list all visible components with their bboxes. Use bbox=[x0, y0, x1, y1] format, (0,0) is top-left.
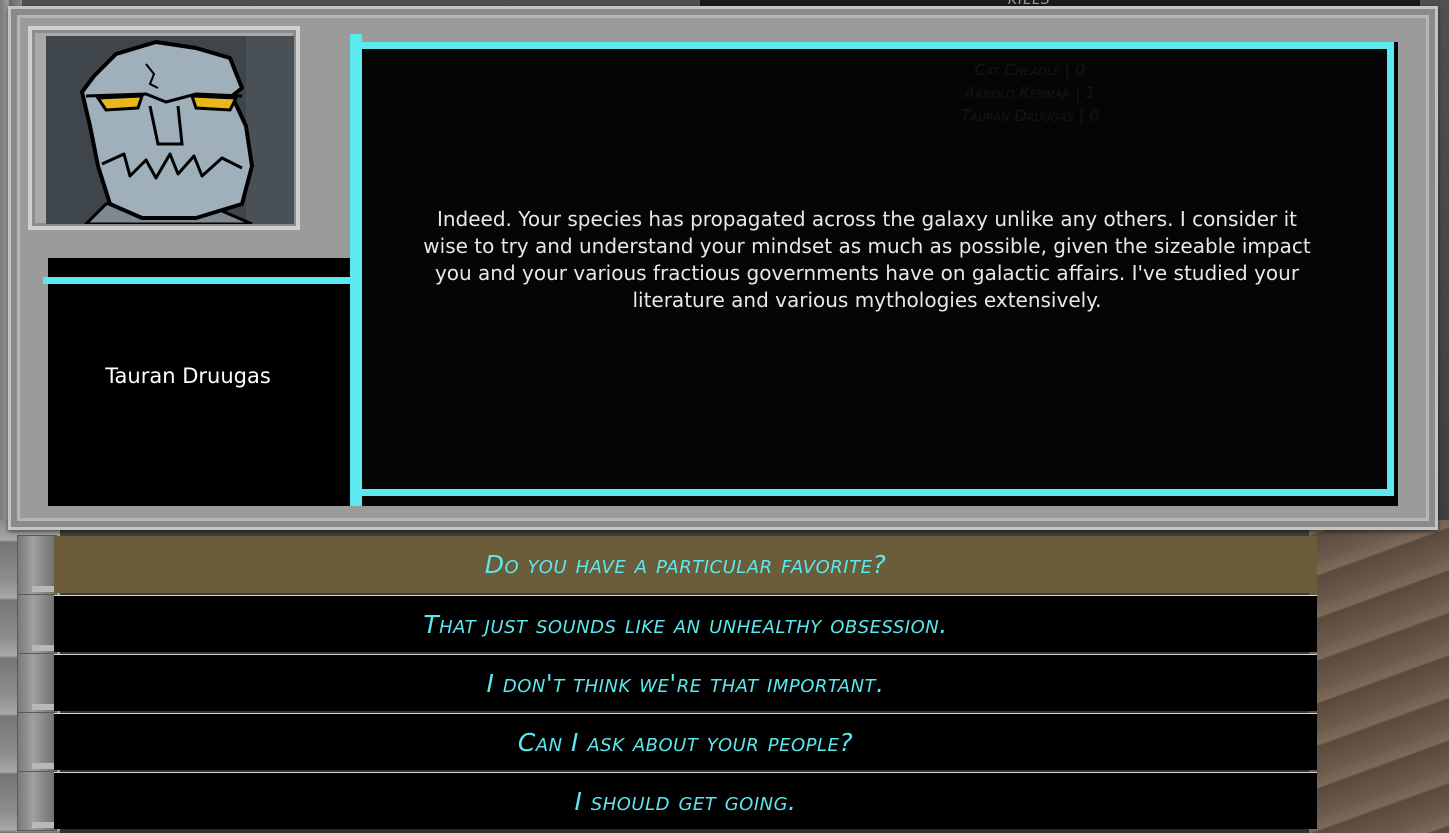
choice-favorite[interactable]: Do you have a particular favorite? bbox=[54, 536, 1317, 593]
choice-label: That just sounds like an unhealthy obses… bbox=[423, 609, 948, 639]
background-wood-panel bbox=[1309, 520, 1449, 833]
dialogue-choices: Do you have a particular favorite? That … bbox=[54, 536, 1317, 831]
alien-portrait-icon bbox=[46, 36, 294, 224]
speaker-portrait bbox=[46, 36, 294, 224]
portrait-frame bbox=[28, 26, 300, 230]
choice-label: I don't think we're that important. bbox=[486, 668, 885, 698]
choice-not-important[interactable]: I don't think we're that important. bbox=[54, 654, 1317, 711]
choice-your-people[interactable]: Can I ask about your people? bbox=[54, 713, 1317, 770]
choice-label: Do you have a particular favorite? bbox=[484, 550, 887, 579]
dialogue-text: Indeed. Your species has propagated acro… bbox=[423, 207, 1311, 312]
choice-tab bbox=[18, 536, 56, 594]
choice-tab bbox=[18, 595, 56, 653]
choice-label: Can I ask about your people? bbox=[517, 727, 854, 757]
name-panel-accent bbox=[43, 277, 353, 284]
choice-tab bbox=[18, 654, 56, 712]
choice-obsession[interactable]: That just sounds like an unhealthy obses… bbox=[54, 595, 1317, 652]
panel-divider bbox=[350, 34, 362, 506]
choice-label: I should get going. bbox=[574, 786, 797, 816]
choice-tab bbox=[18, 772, 56, 830]
choice-tab bbox=[18, 713, 56, 771]
choice-get-going[interactable]: I should get going. bbox=[54, 772, 1317, 829]
speaker-name: Tauran Druugas bbox=[105, 364, 271, 388]
